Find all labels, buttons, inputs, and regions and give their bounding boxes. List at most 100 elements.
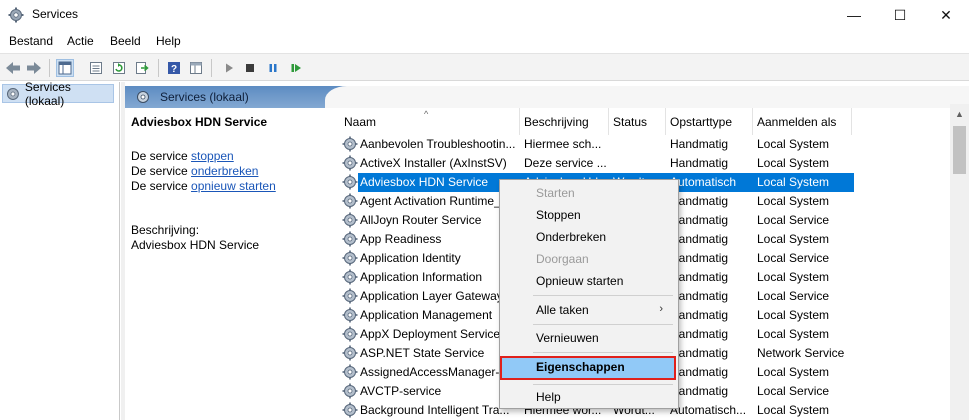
service-name-cell: AVCTP-service [360,384,442,398]
play-icon [226,63,233,73]
refresh-button[interactable] [110,59,128,77]
service-startup-cell: Handmatig [670,156,729,170]
menu-actie[interactable]: Actie [67,34,94,48]
gear-icon [6,87,19,100]
service-name-cell: AppX Deployment Service ... [360,327,514,341]
action-prefix: De service [131,164,188,178]
back-arrow-icon [6,62,20,74]
column-header-status[interactable]: Status [609,108,666,135]
stop-service-button[interactable] [241,59,259,77]
gear-icon [342,193,358,209]
service-logon-cell: Local System [757,308,830,322]
gear-icon [342,307,358,323]
service-startup-cell: Handmatig [670,365,729,379]
service-name-cell: AllJoyn Router Service [360,213,482,227]
properties-icon [90,62,102,74]
service-startup-cell: Automatisch... [670,403,747,417]
service-name-cell: Application Layer Gateway... [360,289,512,303]
menu-bestand[interactable]: Bestand [9,34,53,48]
action-line-restart: De service opnieuw starten [131,179,276,193]
gear-icon [8,7,24,23]
tree-item-label: Services (lokaal) [24,79,71,108]
service-name-cell: ASP.NET State Service [360,346,485,360]
stop-link[interactable]: stoppen [191,149,234,163]
menu-beeld[interactable]: Beeld [110,34,141,48]
vertical-scrollbar[interactable]: ▲ [950,104,969,420]
panel-header-title: Services (lokaal) [160,90,249,104]
back-button[interactable] [4,59,22,77]
service-logon-cell: Local Service [757,213,830,227]
close-button[interactable]: ✕ [923,0,969,30]
service-startup-cell: Handmatig [670,137,729,151]
menu-help[interactable]: Help [156,34,181,48]
service-name-cell: ActiveX Installer (AxInstSV) [360,156,507,170]
tree-item-services-local[interactable]: Services (lokaal) [2,80,114,108]
forward-arrow-icon [27,62,41,74]
gear-icon [342,155,358,171]
toolbar-separator [211,59,212,77]
service-description-cell: Hiermee sch... [524,137,602,151]
menu-item-eigenschappen[interactable]: Eigenschappen [500,356,676,380]
column-header-aanmelden-als[interactable]: Aanmelden als [753,108,852,135]
menu-item-vernieuwen[interactable]: Vernieuwen [503,327,675,349]
service-name-cell: Aanbevolen Troubleshootin... [360,137,516,151]
menu-separator [533,352,673,353]
properties-button[interactable] [87,59,105,77]
menu-item-label: Alle taken [536,303,589,317]
restart-link[interactable]: opnieuw starten [191,179,276,193]
view-button[interactable] [187,59,205,77]
toolbar-separator [158,59,159,77]
service-name-cell: Adviesbox HDN Service [360,175,489,189]
menu-item-opnieuw-starten[interactable]: Opnieuw starten [503,270,675,292]
menu-item-doorgaan: Doorgaan [536,252,589,266]
gear-icon [342,136,358,152]
service-name-cell: AssignedAccessManager-s... [360,365,516,379]
service-logon-cell: Local System [757,403,830,417]
menu-item-help[interactable]: Help [503,386,675,408]
menu-bar: Bestand Actie Beeld Help [0,30,969,52]
maximize-button[interactable]: ☐ [877,0,923,30]
help-button[interactable]: ? [165,59,183,77]
selected-service-name: Adviesbox HDN Service [131,115,268,129]
service-startup-cell: Handmatig [670,270,729,284]
gear-icon [342,250,358,266]
service-logon-cell: Local Service [757,251,830,265]
service-logon-cell: Local System [757,156,830,170]
pause-link[interactable]: onderbreken [191,164,258,178]
menu-item-starten: Starten [536,186,575,200]
service-name-cell: Agent Activation Runtime_... [360,194,511,208]
maximize-icon: ☐ [893,6,907,23]
start-service-button[interactable] [220,59,238,77]
export-button[interactable] [133,59,151,77]
menu-item-alle-taken[interactable]: Alle taken › [503,299,675,321]
minimize-button[interactable]: — [831,0,877,30]
action-line-pause: De service onderbreken [131,164,258,178]
menu-item-onderbreken[interactable]: Onderbreken [503,226,675,248]
header-curve [325,86,969,108]
service-logon-cell: Local System [757,232,830,246]
scroll-up-button[interactable]: ▲ [950,106,969,122]
scroll-thumb[interactable] [953,126,966,174]
column-header-beschrijving[interactable]: Beschrijving [520,108,609,135]
export-icon [136,62,149,74]
service-logon-cell: Local Service [757,289,830,303]
service-startup-cell: Handmatig [670,327,729,341]
column-header-opstarttype[interactable]: Opstarttype [666,108,753,135]
gear-icon [342,212,358,228]
menu-item-stoppen[interactable]: Stoppen [503,204,675,226]
minimize-icon: — [847,7,861,23]
gear-icon [342,364,358,380]
table-row[interactable]: Aanbevolen Troubleshootin... Hiermee sch.… [340,135,952,154]
service-startup-cell: Handmatig [670,308,729,322]
pause-service-button[interactable] [264,59,282,77]
table-header: ^ Naam Beschrijving Status Opstarttype A… [340,108,952,135]
table-row[interactable]: ActiveX Installer (AxInstSV) Deze service… [340,154,952,173]
action-line-stop: De service stoppen [131,149,234,163]
forward-button[interactable] [25,59,43,77]
restart-service-button[interactable] [287,59,305,77]
service-startup-cell: Handmatig [670,289,729,303]
console-tree-button[interactable] [56,59,74,77]
action-prefix: De service [131,149,188,163]
column-header-naam[interactable]: Naam [340,108,520,135]
service-logon-cell: Local System [757,175,830,189]
